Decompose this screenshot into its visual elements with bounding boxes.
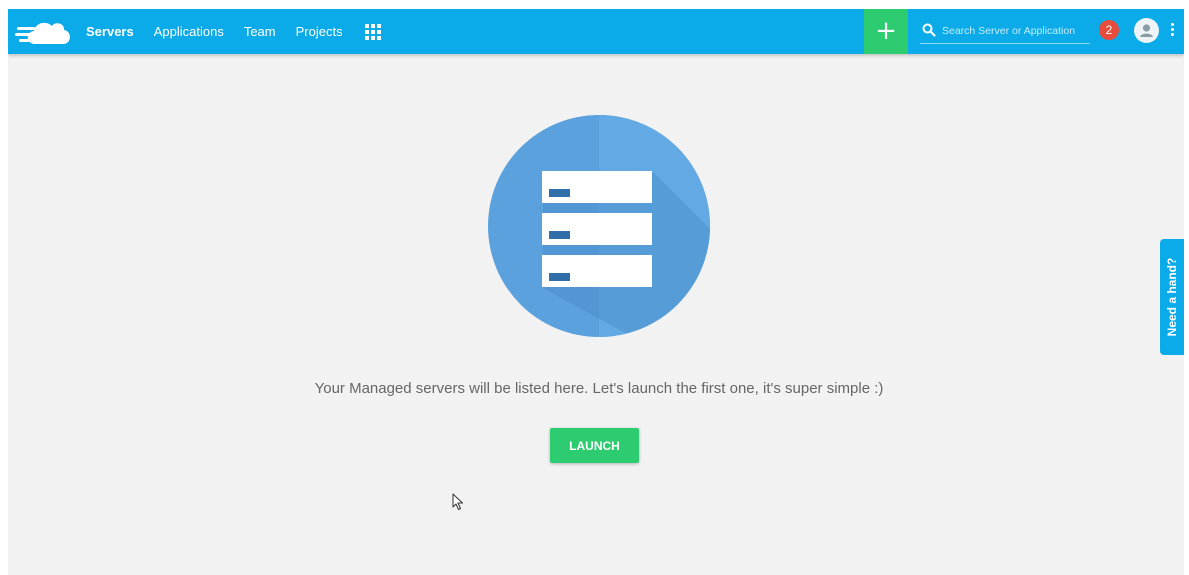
kebab-menu-icon[interactable]: [1169, 23, 1175, 39]
notification-badge[interactable]: 2: [1099, 20, 1119, 40]
need-help-label: Need a hand?: [1165, 257, 1179, 337]
user-icon[interactable]: [1134, 18, 1159, 43]
nav-item-projects[interactable]: Projects: [296, 24, 343, 39]
add-button[interactable]: +: [864, 9, 908, 54]
cloudways-logo[interactable]: [15, 17, 71, 47]
search-box: [920, 19, 1090, 44]
search-input[interactable]: [942, 21, 1087, 41]
top-navbar: Servers Applications Team Projects + 2: [8, 9, 1184, 54]
servers-illustration: [488, 115, 710, 337]
nav-item-team[interactable]: Team: [244, 24, 276, 39]
need-help-tab[interactable]: Need a hand?: [1160, 239, 1184, 355]
nav-item-applications[interactable]: Applications: [154, 24, 224, 39]
main-nav: Servers Applications Team Projects: [86, 9, 381, 54]
mouse-cursor-icon: [452, 493, 463, 510]
empty-state-message: Your Managed servers will be listed here…: [314, 380, 884, 397]
search-icon: [922, 23, 936, 37]
app-window: Servers Applications Team Projects + 2: [8, 9, 1184, 575]
grid-icon[interactable]: [364, 23, 381, 40]
launch-button[interactable]: LAUNCH: [550, 428, 639, 463]
nav-item-servers[interactable]: Servers: [86, 24, 134, 39]
